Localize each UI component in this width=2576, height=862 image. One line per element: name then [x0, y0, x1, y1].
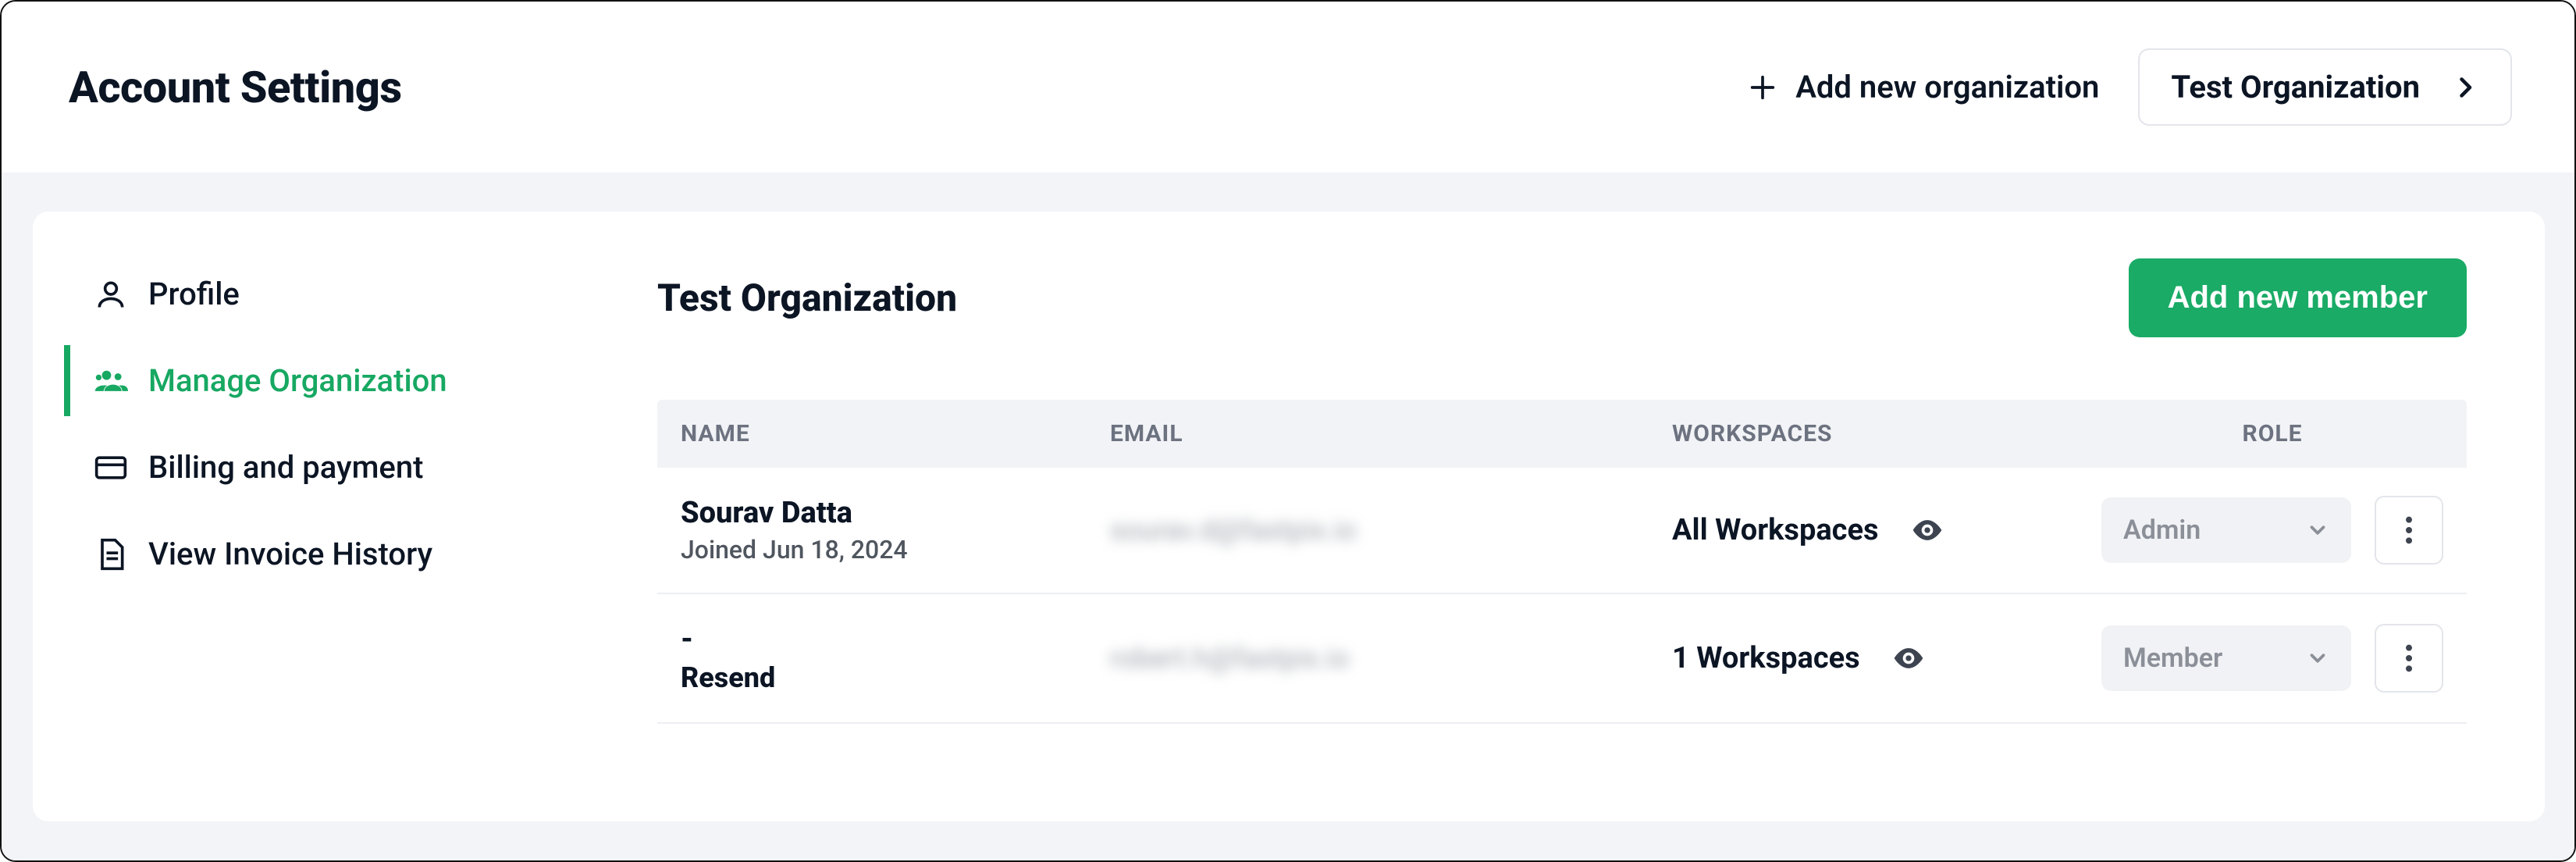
sidebar-item-label: Profile — [148, 276, 240, 312]
settings-card: Profile Manage Organization Billing and … — [33, 212, 2545, 821]
add-organization-button[interactable]: Add new organization — [1747, 69, 2099, 105]
sidebar-item-manage-organization[interactable]: Manage Organization — [64, 345, 595, 416]
organization-title: Test Organization — [657, 276, 957, 320]
credit-card-icon — [94, 451, 128, 485]
main-header: Test Organization Add new member — [657, 258, 2467, 337]
sidebar-item-label: Billing and payment — [148, 449, 423, 486]
role-value: Member — [2123, 643, 2222, 674]
member-name: Sourav Datta — [681, 496, 1110, 530]
eye-icon[interactable] — [1910, 513, 1944, 547]
table-header: NAME EMAIL WORKSPACES ROLE — [657, 400, 2467, 468]
more-vertical-icon — [2405, 515, 2413, 546]
members-table: NAME EMAIL WORKSPACES ROLE Sourav Datta … — [657, 400, 2467, 724]
main-content: Test Organization Add new member NAME EM… — [595, 258, 2514, 775]
sidebar-item-invoice-history[interactable]: View Invoice History — [64, 518, 595, 590]
table-row: - Resend robert.h@fastpix.io 1 Workspace… — [657, 594, 2467, 724]
settings-window: Account Settings Add new organization Te… — [0, 0, 2576, 862]
sidebar-item-label: Manage Organization — [148, 362, 447, 399]
workspaces-value: All Workspaces — [1672, 513, 1879, 547]
chevron-down-icon — [2306, 646, 2329, 670]
document-icon — [94, 537, 128, 572]
eye-icon[interactable] — [1891, 641, 1926, 675]
table-row: Sourav Datta Joined Jun 18, 2024 sourav.… — [657, 468, 2467, 594]
row-actions-button[interactable] — [2375, 624, 2443, 693]
chevron-down-icon — [2306, 518, 2329, 542]
role-value: Admin — [2123, 515, 2201, 546]
header-actions: Add new organization Test Organization — [1747, 48, 2512, 126]
member-email: sourav.d@fastpix.io — [1110, 514, 1672, 547]
role-cell: Member — [2101, 624, 2443, 693]
name-cell: Sourav Datta Joined Jun 18, 2024 — [681, 496, 1110, 565]
more-vertical-icon — [2405, 643, 2413, 674]
column-header-name: NAME — [681, 420, 1110, 447]
plus-icon — [1747, 72, 1778, 103]
member-name: - — [681, 622, 1110, 657]
add-member-button[interactable]: Add new member — [2129, 258, 2467, 337]
sidebar-item-billing[interactable]: Billing and payment — [64, 432, 595, 503]
role-select[interactable]: Admin — [2101, 497, 2351, 563]
name-cell: - Resend — [681, 622, 1110, 694]
settings-sidebar: Profile Manage Organization Billing and … — [33, 258, 595, 775]
workspaces-cell: All Workspaces — [1672, 513, 2101, 547]
group-icon — [94, 364, 128, 398]
row-actions-button[interactable] — [2375, 496, 2443, 565]
role-cell: Admin — [2101, 496, 2443, 565]
workspaces-cell: 1 Workspaces — [1672, 641, 2101, 675]
column-header-workspaces: WORKSPACES — [1672, 420, 2101, 447]
member-email: robert.h@fastpix.io — [1110, 642, 1672, 675]
page-header: Account Settings Add new organization Te… — [2, 2, 2574, 173]
role-select[interactable]: Member — [2101, 625, 2351, 691]
workspaces-value: 1 Workspaces — [1672, 641, 1860, 675]
organization-switcher[interactable]: Test Organization — [2138, 48, 2512, 126]
page-title: Account Settings — [69, 62, 402, 113]
sidebar-item-profile[interactable]: Profile — [64, 258, 595, 329]
body-area: Profile Manage Organization Billing and … — [2, 173, 2574, 860]
person-icon — [94, 277, 128, 312]
column-header-email: EMAIL — [1110, 420, 1672, 447]
add-organization-label: Add new organization — [1795, 69, 2099, 105]
resend-invite-button[interactable]: Resend — [681, 661, 1110, 694]
sidebar-item-label: View Invoice History — [148, 536, 432, 572]
column-header-role: ROLE — [2101, 420, 2443, 447]
chevron-right-icon — [2451, 73, 2479, 102]
organization-switcher-label: Test Organization — [2171, 69, 2420, 105]
member-joined: Joined Jun 18, 2024 — [681, 535, 1110, 565]
